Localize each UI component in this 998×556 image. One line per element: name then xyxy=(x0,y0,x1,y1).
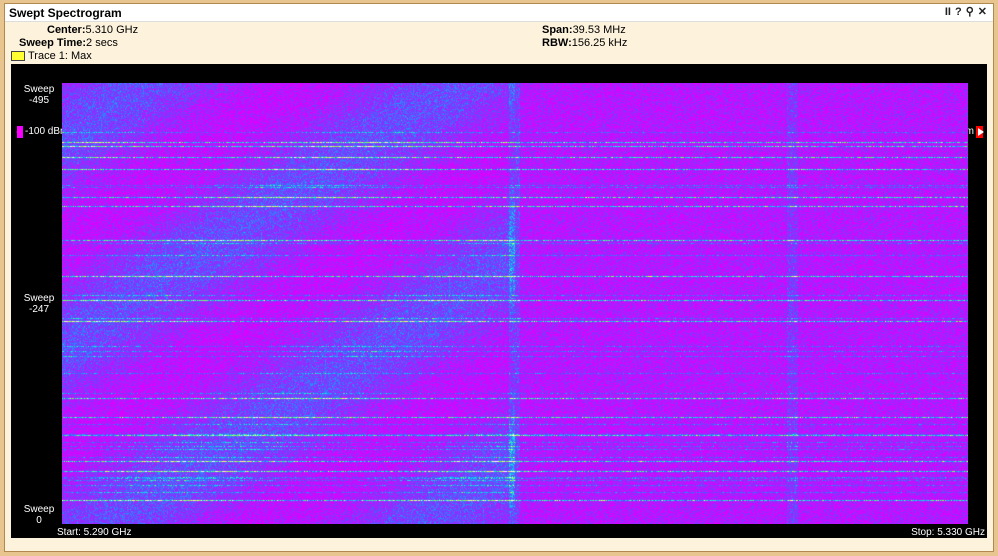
y-label-middle: Sweep -247 xyxy=(23,293,55,315)
title-bar: Swept Spectrogram II ? ⚲ ✕ xyxy=(5,4,993,22)
rbw-label: RBW: xyxy=(542,37,572,49)
spectrogram-canvas[interactable] xyxy=(62,83,968,524)
trace-label: Trace 1: Max xyxy=(28,50,92,62)
y-label-bottom: Sweep 0 xyxy=(23,504,55,526)
center-label: Center: xyxy=(47,24,86,36)
sweep-time-info: Sweep Time:2 secs xyxy=(19,37,118,49)
pause-icon[interactable]: II xyxy=(945,6,951,18)
trace-legend[interactable]: Trace 1: Max xyxy=(11,50,92,62)
span-label: Span: xyxy=(542,24,573,36)
span-value: 39.53 MHz xyxy=(572,24,626,36)
help-icon[interactable]: ? xyxy=(955,6,962,18)
scale-right-arrow-icon[interactable] xyxy=(978,128,984,136)
x-start-label: Start: 5.290 GHz xyxy=(57,527,132,538)
x-stop-label: Stop: 5.330 GHz xyxy=(911,527,985,538)
close-icon[interactable]: ✕ xyxy=(978,6,987,18)
sweep-time-label: Sweep Time: xyxy=(19,37,87,49)
scale-left-arrow-icon[interactable] xyxy=(16,128,22,136)
title-icons: II ? ⚲ ✕ xyxy=(945,6,987,18)
zoom-icon[interactable]: ⚲ xyxy=(966,6,974,18)
trace-color-swatch xyxy=(11,51,25,61)
rbw-value: 156.25 kHz xyxy=(571,37,628,49)
spectrogram-window: Swept Spectrogram II ? ⚲ ✕ Center:5.310 … xyxy=(4,3,994,552)
y-label-top: Sweep -495 xyxy=(23,84,55,106)
window-title: Swept Spectrogram xyxy=(9,6,122,20)
rbw-info: RBW:156.25 kHz xyxy=(542,37,627,49)
center-value: 5.310 GHz xyxy=(85,24,139,36)
span-info: Span:39.53 MHz xyxy=(542,24,626,36)
center-info: Center:5.310 GHz xyxy=(47,24,138,36)
sweep-time-value: 2 secs xyxy=(86,37,118,49)
